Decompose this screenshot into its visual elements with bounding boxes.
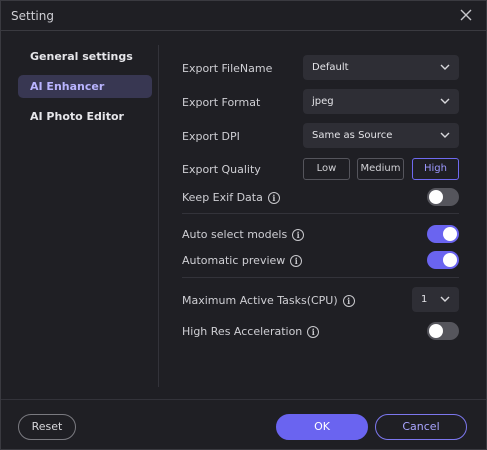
max-active-tasks-value: 1 (421, 294, 428, 305)
export-dpi-value: Same as Source (312, 130, 393, 141)
sidebar-divider (158, 45, 159, 387)
section-divider (182, 277, 459, 278)
reset-button[interactable]: Reset (18, 414, 76, 440)
chevron-down-icon (440, 132, 450, 138)
toggle-knob (443, 227, 457, 241)
export-dpi-select[interactable]: Same as Source (303, 123, 459, 148)
export-filename-select[interactable]: Default (303, 55, 459, 80)
automatic-preview-toggle[interactable] (427, 251, 459, 269)
quality-low-button[interactable]: Low (303, 158, 350, 180)
export-filename-label: Export FileName (182, 62, 273, 75)
export-filename-value: Default (312, 62, 349, 73)
ok-button[interactable]: OK (276, 414, 368, 440)
export-dpi-label: Export DPI (182, 130, 240, 143)
sidebar: General settings AI Enhancer AI Photo Ed… (18, 45, 152, 135)
auto-select-models-label: Auto select models (182, 228, 288, 241)
chevron-down-icon (440, 296, 450, 302)
high-res-acceleration-label: High Res Acceleration (182, 325, 303, 338)
quality-medium-button[interactable]: Medium (357, 158, 404, 180)
info-icon[interactable]: i (267, 192, 280, 204)
toggle-knob (443, 253, 457, 267)
high-res-acceleration-toggle[interactable] (427, 322, 459, 340)
info-icon[interactable]: i (290, 255, 303, 267)
cancel-button[interactable]: Cancel (375, 414, 467, 440)
close-icon[interactable] (458, 7, 474, 23)
section-divider (182, 213, 459, 214)
quality-high-button[interactable]: High (412, 158, 459, 180)
toggle-knob (429, 190, 443, 204)
auto-select-models-toggle[interactable] (427, 225, 459, 243)
sidebar-item-ai-photo-editor[interactable]: AI Photo Editor (18, 105, 152, 128)
window-title: Setting (11, 9, 54, 23)
export-format-value: jpeg (312, 96, 334, 107)
keep-exif-toggle[interactable] (427, 188, 459, 206)
export-format-select[interactable]: jpeg (303, 89, 459, 114)
chevron-down-icon (440, 64, 450, 70)
chevron-down-icon (440, 98, 450, 104)
export-quality-label: Export Quality (182, 163, 261, 176)
max-active-tasks-select[interactable]: 1 (412, 287, 459, 312)
info-icon[interactable]: i (342, 295, 355, 307)
info-icon[interactable]: i (292, 229, 305, 241)
keep-exif-label: Keep Exif Data (182, 191, 263, 204)
export-format-label: Export Format (182, 96, 261, 109)
export-quality-group: Low Medium High (303, 158, 459, 180)
toggle-knob (429, 324, 443, 338)
sidebar-item-general-settings[interactable]: General settings (18, 45, 152, 68)
title-bar: Setting (1, 1, 486, 31)
sidebar-item-ai-enhancer[interactable]: AI Enhancer (18, 75, 152, 98)
automatic-preview-label: Automatic preview (182, 254, 286, 267)
footer-divider (1, 399, 486, 400)
max-active-tasks-label: Maximum Active Tasks(CPU) (182, 294, 338, 307)
settings-dialog: Setting General settings AI Enhancer AI … (0, 0, 487, 450)
info-icon[interactable]: i (307, 326, 320, 338)
